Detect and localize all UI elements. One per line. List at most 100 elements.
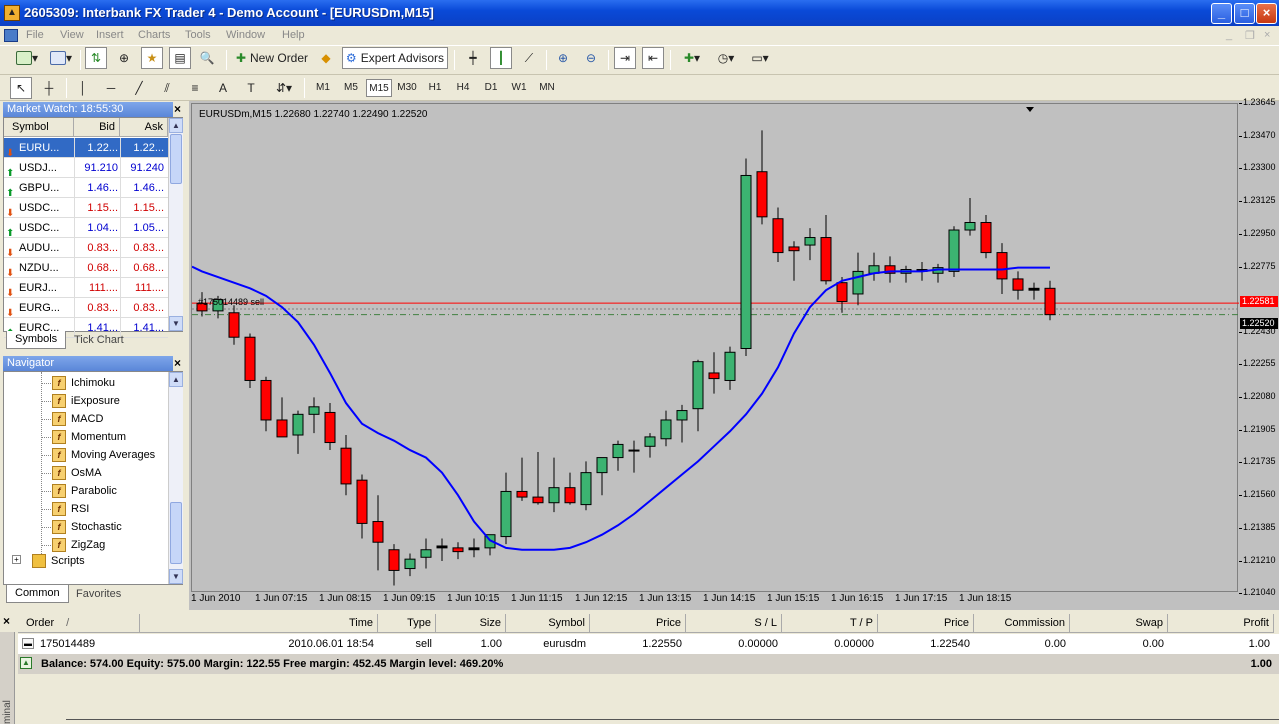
navigator-item[interactable]: f Ichimoku — [42, 374, 115, 392]
templates-button[interactable]: ▭ ▾ — [746, 47, 774, 69]
market-watch-row[interactable]: ⬇ EURG... 0.83... 0.83... — [4, 298, 168, 319]
terminal-close-icon[interactable]: × — [3, 615, 10, 627]
timeframe-m15[interactable]: M15 — [366, 79, 392, 97]
timeframe-d1[interactable]: D1 — [478, 79, 504, 97]
timeframe-h1[interactable]: H1 — [422, 79, 448, 97]
autoscroll-button[interactable]: ⇥ — [614, 47, 636, 69]
tab-tick-chart[interactable]: Tick Chart — [66, 332, 132, 350]
market-watch-row[interactable]: ⬇ EURJ... 111.... 111.... — [4, 278, 168, 299]
cursor-button[interactable]: ↖ — [10, 77, 32, 99]
market-watch-row[interactable]: ⬇ USDC... 1.15... 1.15... — [4, 198, 168, 219]
strategy-tester-button[interactable]: 🔍 — [196, 47, 218, 69]
chart-window[interactable]: EURUSDm,M15 1.22680 1.22740 1.22490 1.22… — [189, 97, 1279, 610]
navigator-button[interactable]: ★ — [141, 47, 163, 69]
timeframe-h4[interactable]: H4 — [450, 79, 476, 97]
navigator-item[interactable]: f MACD — [42, 410, 103, 428]
chart-shift-button[interactable]: ⇤ — [642, 47, 664, 69]
menu-tools[interactable]: Tools — [185, 29, 211, 41]
navigator-item[interactable]: f Stochastic — [42, 518, 122, 536]
navigator-item[interactable]: f iExposure — [42, 392, 120, 410]
data-window-button[interactable]: ⊕ — [113, 47, 135, 69]
navigator-item[interactable]: f Momentum — [42, 428, 126, 446]
terminal-col-header[interactable]: Type — [378, 614, 436, 633]
mdi-minimize-icon[interactable]: _ — [1226, 29, 1232, 41]
timeframe-w1[interactable]: W1 — [506, 79, 532, 97]
arrows-button[interactable]: ⇵ ▾ — [270, 77, 298, 99]
terminal-col-header[interactable]: Price — [878, 614, 974, 633]
nav-scroll-down-icon[interactable]: ▼ — [169, 569, 183, 584]
indicators-button[interactable]: ✚ ▾ — [678, 47, 706, 69]
navigator-item[interactable]: f Moving Averages — [42, 446, 155, 464]
terminal-col-header[interactable]: S / L — [686, 614, 782, 633]
periods-button[interactable]: ◷ ▾ — [712, 47, 740, 69]
timeframe-m1[interactable]: M1 — [310, 79, 336, 97]
timeframe-m30[interactable]: M30 — [394, 79, 420, 97]
col-bid[interactable]: Bid — [74, 118, 120, 137]
tab-symbols[interactable]: Symbols — [6, 331, 67, 349]
navigator-close-icon[interactable]: × — [174, 357, 181, 369]
trendline-button[interactable]: ╱ — [128, 77, 150, 99]
menu-window[interactable]: Window — [226, 29, 265, 41]
expand-icon[interactable]: + — [12, 555, 21, 564]
market-watch-row[interactable]: ⬆ USDJ... 91.210 91.240 — [4, 158, 168, 179]
profiles-button[interactable]: ▾ — [46, 47, 76, 69]
timeframe-mn[interactable]: MN — [534, 79, 560, 97]
market-watch-row[interactable]: ⬆ USDC... 1.04... 1.05... — [4, 218, 168, 239]
terminal-col-header[interactable]: Commission — [974, 614, 1070, 633]
terminal-col-header[interactable]: Order / — [18, 614, 140, 633]
text-button[interactable]: A — [212, 77, 234, 99]
expert-advisors-button[interactable]: ⚙ Expert Advisors — [342, 47, 448, 69]
terminal-col-header[interactable]: Profit — [1168, 614, 1274, 633]
menu-file[interactable]: File — [26, 29, 44, 41]
scroll-up-icon[interactable]: ▲ — [169, 118, 183, 133]
chart-plot[interactable]: EURUSDm,M15 1.22680 1.22740 1.22490 1.22… — [191, 103, 1239, 593]
terminal-col-header[interactable]: Symbol — [506, 614, 590, 633]
candlesticks-button[interactable]: ┃ — [490, 47, 512, 69]
navigator-item[interactable]: f RSI — [42, 500, 89, 518]
menu-view[interactable]: View — [60, 29, 84, 41]
market-watch-row[interactable]: ⬇ AUDU... 0.83... 0.83... — [4, 238, 168, 259]
market-watch-button[interactable]: ⇅ — [85, 47, 107, 69]
candlestick-chart[interactable] — [191, 104, 1239, 593]
tab-common[interactable]: Common — [6, 585, 69, 603]
market-watch-close-icon[interactable]: × — [174, 103, 181, 115]
scroll-down-icon[interactable]: ▼ — [169, 316, 183, 331]
navigator-item[interactable]: f Parabolic — [42, 482, 117, 500]
market-watch-row[interactable]: ⬇ NZDU... 0.68... 0.68... — [4, 258, 168, 279]
terminal-button[interactable]: ▤ — [169, 47, 191, 69]
menu-charts[interactable]: Charts — [138, 29, 170, 41]
bar-chart-button[interactable]: ┿ — [462, 47, 484, 69]
menu-insert[interactable]: Insert — [96, 29, 124, 41]
scroll-thumb[interactable] — [170, 134, 182, 184]
channel-button[interactable]: ⫽ — [156, 77, 178, 99]
vertical-line-button[interactable]: │ — [72, 77, 94, 99]
horizontal-line-button[interactable]: ─ — [100, 77, 122, 99]
navigator-item[interactable]: f OsMA — [42, 464, 102, 482]
minimize-button[interactable]: _ — [1211, 3, 1232, 24]
crosshair-button[interactable]: ┼ — [38, 77, 60, 99]
tab-favorites[interactable]: Favorites — [68, 586, 129, 604]
terminal-col-header[interactable]: Price — [590, 614, 686, 633]
market-watch-row[interactable]: ⬇ EURU... 1.22... 1.22... — [4, 138, 168, 159]
nav-scroll-up-icon[interactable]: ▲ — [169, 372, 183, 387]
new-chart-button[interactable]: ▾ — [10, 47, 44, 69]
line-chart-button[interactable]: ⟋ — [518, 47, 540, 69]
metaeditor-button[interactable]: ◆ — [316, 47, 336, 69]
col-symbol[interactable]: Symbol — [4, 118, 74, 137]
document-icon[interactable] — [4, 29, 18, 42]
close-button[interactable]: × — [1256, 3, 1277, 24]
zoom-in-button[interactable]: ⊕ — [552, 47, 574, 69]
text-label-button[interactable]: T — [240, 77, 262, 99]
zoom-out-button[interactable]: ⊖ — [580, 47, 602, 69]
navigator-item-scripts[interactable]: Scripts — [32, 552, 85, 570]
mdi-restore-icon[interactable]: ❐ — [1245, 29, 1255, 42]
terminal-col-header[interactable]: Time — [140, 614, 378, 633]
maximize-button[interactable]: □ — [1234, 3, 1255, 24]
market-watch-row[interactable]: ⬆ GBPU... 1.46... 1.46... — [4, 178, 168, 199]
fibonacci-button[interactable]: ≡ — [184, 77, 206, 99]
terminal-col-header[interactable]: Swap — [1070, 614, 1168, 633]
navigator-scrollbar[interactable]: ▲ ▼ — [168, 372, 183, 584]
nav-scroll-thumb[interactable] — [170, 502, 182, 564]
menu-help[interactable]: Help — [282, 29, 305, 41]
col-ask[interactable]: Ask — [120, 118, 168, 137]
